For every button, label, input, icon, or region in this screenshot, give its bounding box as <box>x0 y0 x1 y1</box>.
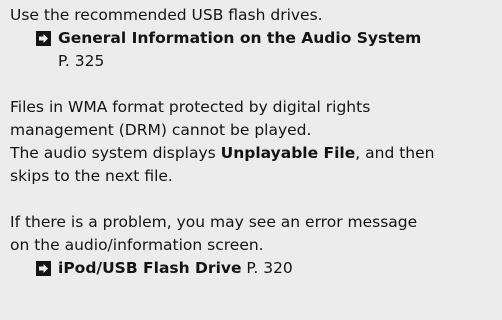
drm-line-3: The audio system displays Unplayable Fil… <box>10 142 496 165</box>
unplayable-file-message: Unplayable File <box>220 144 356 162</box>
problem-line-2: on the audio/information screen. <box>10 236 264 254</box>
intro-text: Use the recommended USB flash drives. <box>10 6 323 24</box>
drm-line-3-end: , and then <box>355 144 435 162</box>
arrow-icon <box>36 261 51 276</box>
manual-excerpt: Use the recommended USB flash drives. Ge… <box>10 4 496 280</box>
arrow-icon <box>36 31 51 46</box>
page-reference[interactable]: P. 325 <box>36 50 496 73</box>
drm-line-4: skips to the next file. <box>10 167 173 185</box>
cross-reference-ipod-usb[interactable]: iPod/USB Flash Drive P. 320 <box>10 257 496 280</box>
page-reference[interactable]: P. 320 <box>242 257 292 280</box>
drm-line-2: management (DRM) cannot be played. <box>10 121 312 139</box>
drm-line-3-start: The audio system displays <box>10 144 221 162</box>
drm-line-1: Files in WMA format protected by digital… <box>10 98 371 116</box>
problem-line-1: If there is a problem, you may see an er… <box>10 213 418 231</box>
cross-reference-audio-info[interactable]: General Information on the Audio System … <box>10 27 496 73</box>
xref-title[interactable]: iPod/USB Flash Drive <box>58 257 242 280</box>
xref-title[interactable]: General Information on the Audio System <box>58 27 421 50</box>
